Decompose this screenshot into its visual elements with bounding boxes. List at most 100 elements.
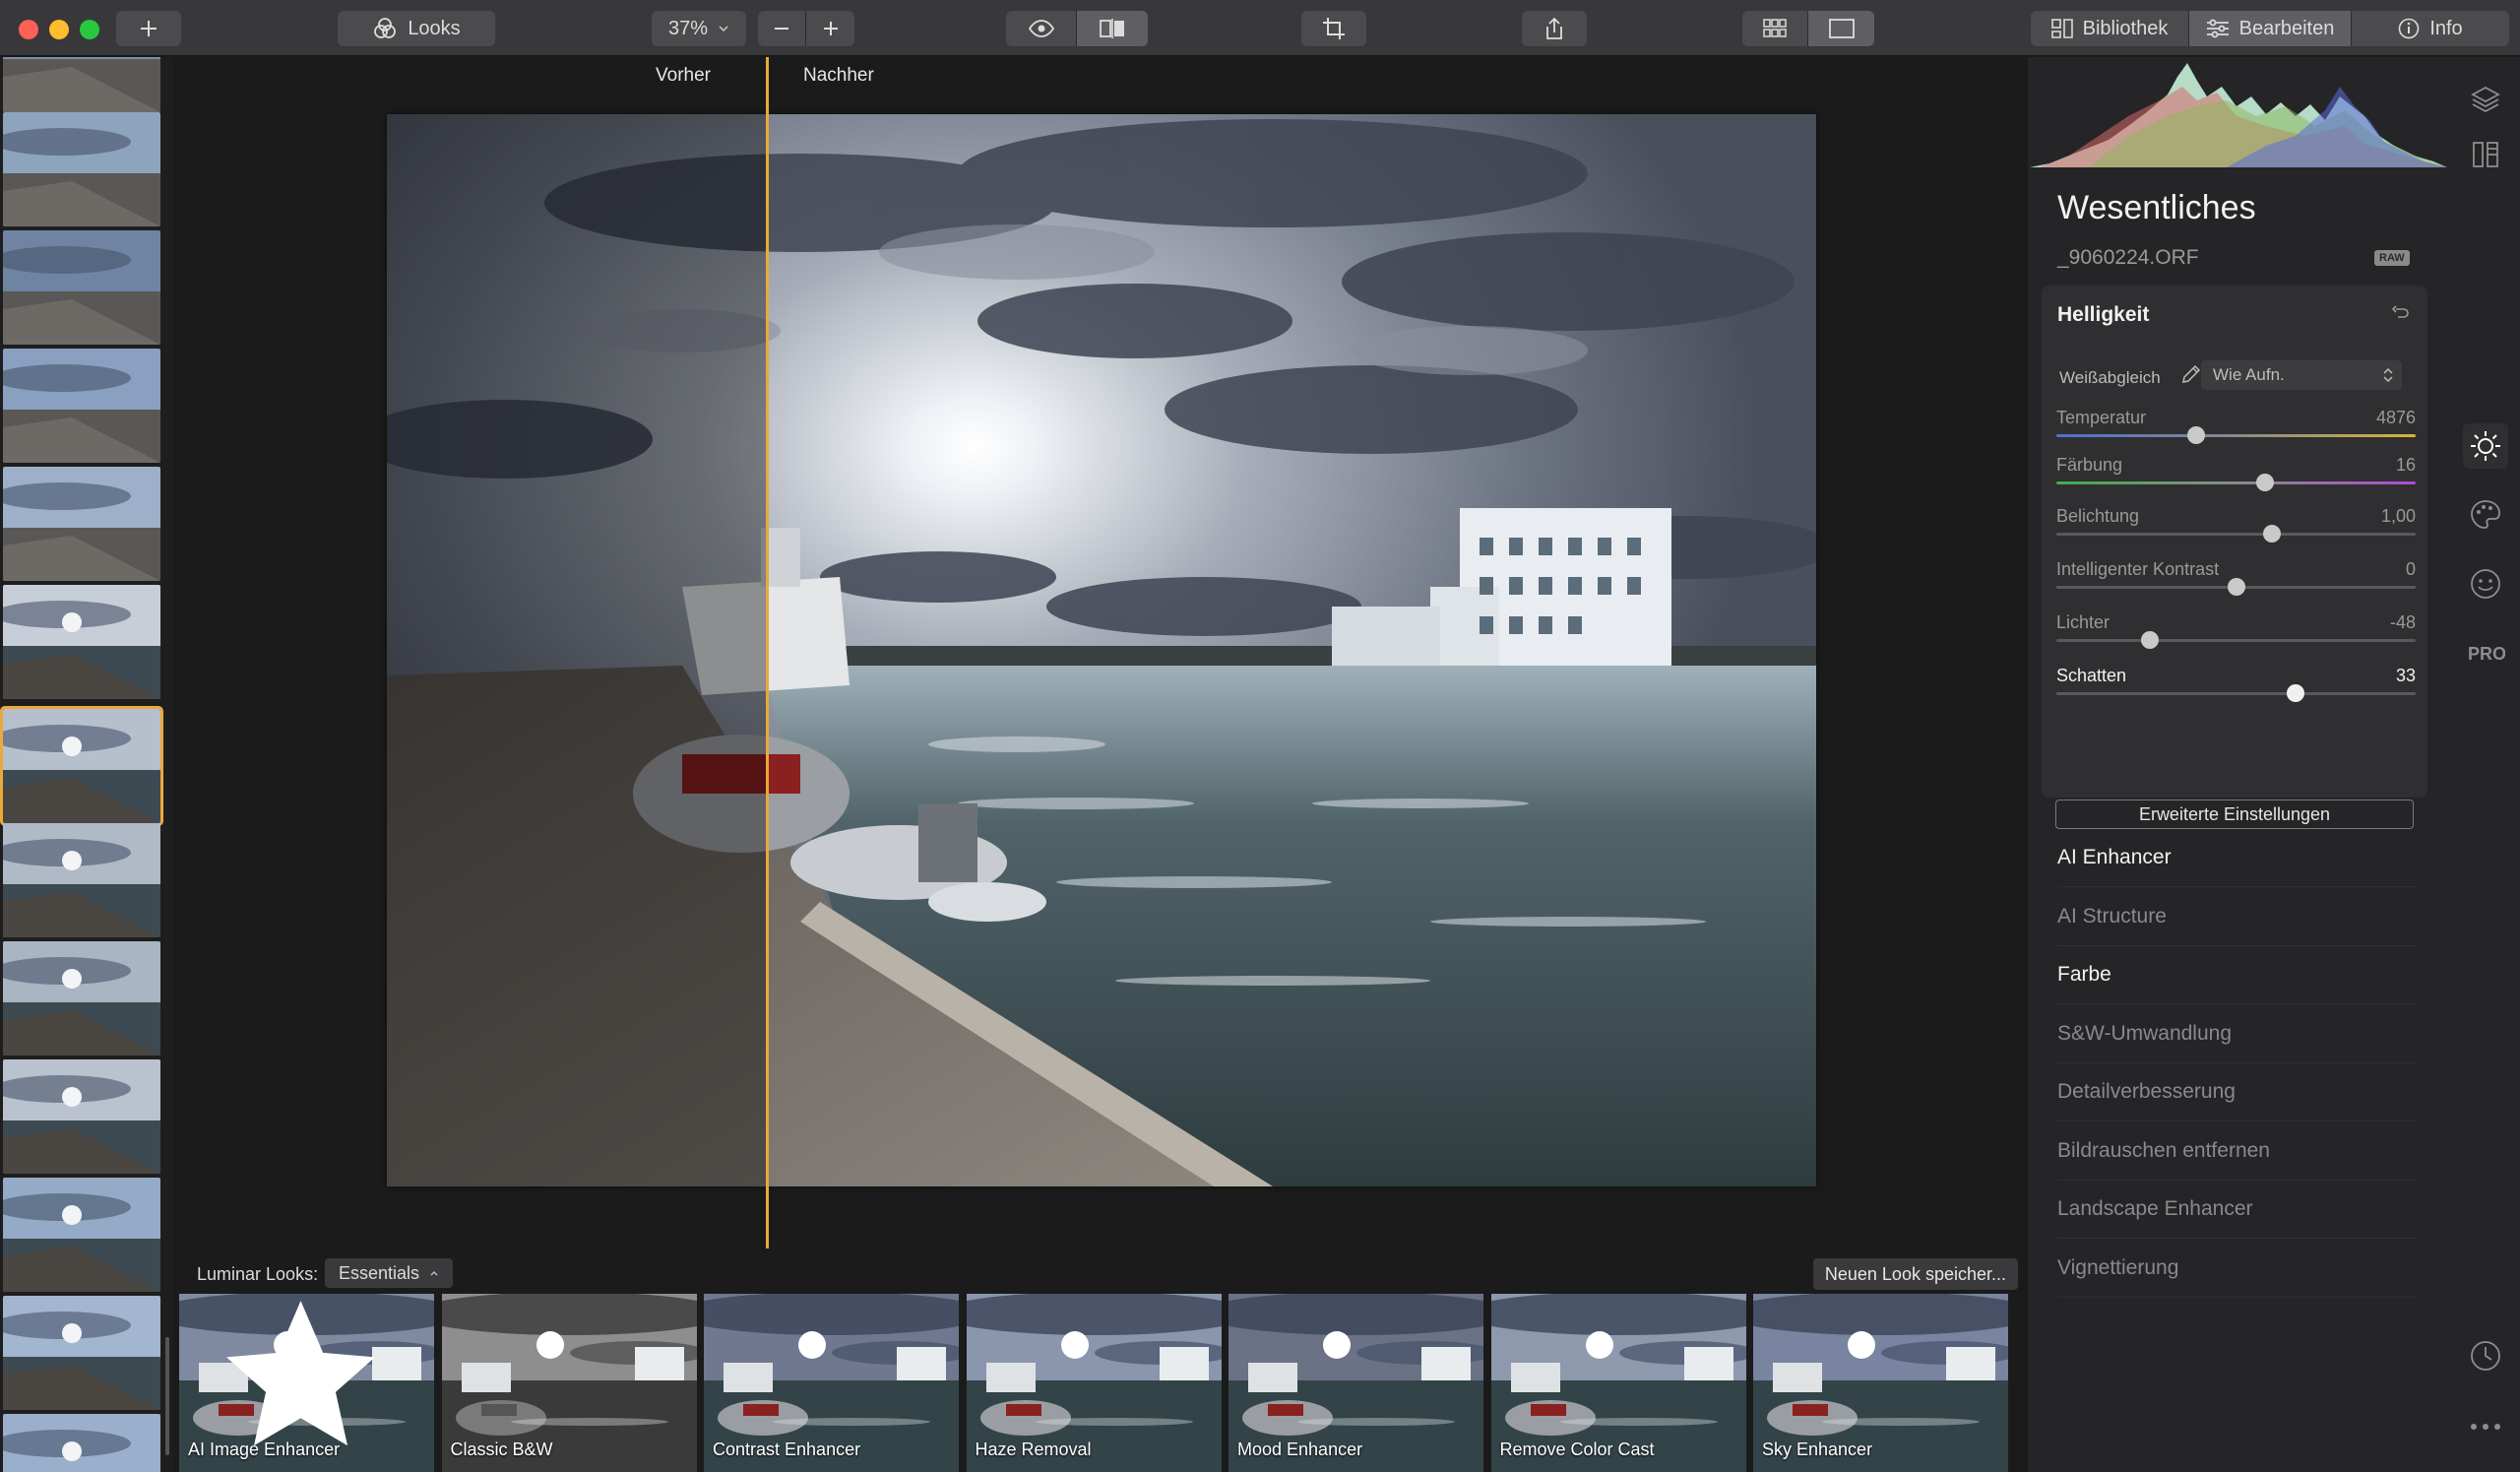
share-icon — [1546, 17, 1562, 39]
tool-item[interactable]: Landscape Enhancer — [2057, 1181, 2417, 1239]
slider-knob[interactable] — [2263, 525, 2281, 543]
raw-badge: RAW — [2374, 250, 2410, 266]
tool-item[interactable]: Detailverbesserung — [2057, 1063, 2417, 1121]
tool-item[interactable]: Farbe — [2057, 946, 2417, 1004]
before-after-button[interactable] — [1077, 11, 1148, 46]
looks-button-label: Looks — [408, 17, 461, 39]
filmstrip-thumbnail[interactable] — [3, 467, 160, 581]
zoom-in-button[interactable] — [806, 11, 854, 46]
filmstrip-scrollbar[interactable] — [165, 1337, 169, 1455]
eyedropper-icon[interactable] — [2181, 364, 2201, 384]
look-thumbnail[interactable]: Classic B&W — [441, 1294, 697, 1472]
layers-button[interactable] — [2463, 77, 2508, 122]
pro-icon: PRO — [2468, 644, 2505, 664]
looks-button[interactable]: Looks — [338, 11, 495, 46]
canvas-icon — [2473, 142, 2498, 167]
look-thumbnail[interactable]: AI Image Enhancer — [179, 1294, 434, 1472]
slider-label: Belichtung — [2056, 506, 2140, 526]
look-thumbnail[interactable]: Mood Enhancer — [1228, 1294, 1483, 1472]
zoom-dropdown[interactable]: 37% — [652, 11, 746, 46]
slider-track[interactable] — [2056, 481, 2416, 484]
filmstrip-thumbnail[interactable] — [3, 1178, 160, 1292]
file-name: _9060224.ORF — [2057, 246, 2199, 269]
app-window: Looks 37% Bibliothek Bearbeiten Info Vor… — [0, 0, 2520, 1472]
filmstrip-thumbnail[interactable] — [3, 230, 160, 345]
look-thumbnail[interactable]: Haze Removal — [966, 1294, 1222, 1472]
tool-item[interactable]: AI Structure — [2057, 888, 2417, 946]
filmstrip-thumbnail[interactable] — [3, 57, 160, 112]
filmstrip-thumbnail[interactable] — [3, 1059, 160, 1174]
slider-knob[interactable] — [2255, 474, 2274, 491]
before-after-divider-handle[interactable] — [766, 57, 769, 1248]
filmstrip-thumbnail[interactable] — [0, 706, 163, 826]
creative-tools-button[interactable] — [2463, 492, 2508, 538]
slider-value: 4876 — [2375, 408, 2416, 427]
tab-info[interactable]: Info — [2352, 11, 2509, 46]
chevron-down-icon — [719, 26, 728, 32]
layers-icon — [2471, 86, 2500, 113]
slider-value: -48 — [2389, 612, 2416, 632]
single-view-button[interactable] — [1808, 11, 1874, 46]
looks-bar: Luminar Looks: Essentials Neuen Look spe… — [173, 1250, 2028, 1298]
slider-knob[interactable] — [2187, 426, 2206, 444]
look-thumbnail[interactable]: Contrast Enhancer — [704, 1294, 959, 1472]
pro-tools-button[interactable]: PRO — [2463, 630, 2508, 675]
preview-button[interactable] — [1006, 11, 1076, 46]
tool-item[interactable]: AI Enhancer — [2057, 829, 2417, 887]
more-button[interactable] — [2463, 1404, 2508, 1449]
filmstrip-thumbnail[interactable] — [3, 585, 160, 699]
white-balance-value: Wie Aufn. — [2213, 365, 2285, 384]
tool-item[interactable]: Vignettierung — [2057, 1240, 2417, 1298]
minimize-window-button[interactable] — [49, 20, 69, 39]
slider-row: Belichtung 1,00 — [2056, 506, 2416, 545]
tab-bibliothek[interactable]: Bibliothek — [2031, 11, 2188, 46]
filmstrip-thumbnail[interactable] — [3, 941, 160, 1056]
tool-item[interactable]: Bildrauschen entfernen — [2057, 1122, 2417, 1181]
looks-collection-dropdown[interactable]: Essentials — [325, 1258, 454, 1288]
card-title: Helligkeit — [2057, 303, 2150, 326]
slider-knob[interactable] — [2286, 684, 2304, 702]
zoom-window-button[interactable] — [80, 20, 99, 39]
look-thumbnail[interactable]: Remove Color Cast — [1490, 1294, 1746, 1472]
share-button[interactable] — [1522, 11, 1587, 46]
white-balance-select[interactable]: Wie Aufn. — [2201, 360, 2402, 390]
look-thumbnail[interactable]: Sky Enhancer — [1753, 1294, 2008, 1472]
canvas-button[interactable] — [2463, 132, 2508, 177]
ellipsis-icon — [2471, 1424, 2500, 1430]
portrait-tools-button[interactable] — [2463, 561, 2508, 607]
slider-knob[interactable] — [2227, 578, 2245, 596]
tab-label: Info — [2429, 17, 2463, 39]
filmstrip-thumbnail[interactable] — [3, 112, 160, 226]
slider-track[interactable] — [2056, 639, 2416, 642]
slider-knob[interactable] — [2140, 631, 2159, 649]
slider-track[interactable] — [2056, 434, 2416, 437]
slider-track[interactable] — [2056, 533, 2416, 536]
slider-label: Färbung — [2056, 455, 2123, 475]
essentials-tools-button[interactable] — [2463, 423, 2508, 469]
save-new-look-button[interactable]: Neuen Look speicher... — [1812, 1258, 2018, 1290]
chevron-up-icon — [430, 1271, 438, 1276]
crop-icon — [1323, 18, 1345, 39]
filmstrip-thumbnail[interactable] — [3, 349, 160, 463]
tool-item[interactable]: S&W-Umwandlung — [2057, 1005, 2417, 1063]
filmstrip-thumbnail[interactable] — [3, 1414, 160, 1472]
star-icon[interactable] — [179, 1294, 428, 1464]
filmstrip-thumbnail[interactable] — [3, 823, 160, 937]
slider-track[interactable] — [2056, 692, 2416, 695]
zoom-out-button[interactable] — [758, 11, 805, 46]
filmstrip-thumbnail[interactable] — [3, 1296, 160, 1410]
history-button[interactable] — [2463, 1333, 2508, 1378]
tab-bearbeiten[interactable]: Bearbeiten — [2189, 11, 2351, 46]
main-photo[interactable] — [387, 114, 1816, 1186]
grid-view-button[interactable] — [1742, 11, 1807, 46]
crop-button[interactable] — [1301, 11, 1366, 46]
toolbar: Looks 37% Bibliothek Bearbeiten Info — [0, 0, 2520, 56]
close-window-button[interactable] — [19, 20, 38, 39]
look-label: Classic B&W — [450, 1440, 553, 1459]
advanced-settings-button[interactable]: Erweiterte Einstellungen — [2055, 800, 2414, 829]
add-images-button[interactable] — [116, 11, 181, 46]
reset-icon[interactable] — [2390, 305, 2410, 325]
panel-title: Wesentliches — [2057, 189, 2256, 226]
info-icon — [2399, 18, 2420, 39]
tab-label: Bibliothek — [2082, 17, 2169, 39]
